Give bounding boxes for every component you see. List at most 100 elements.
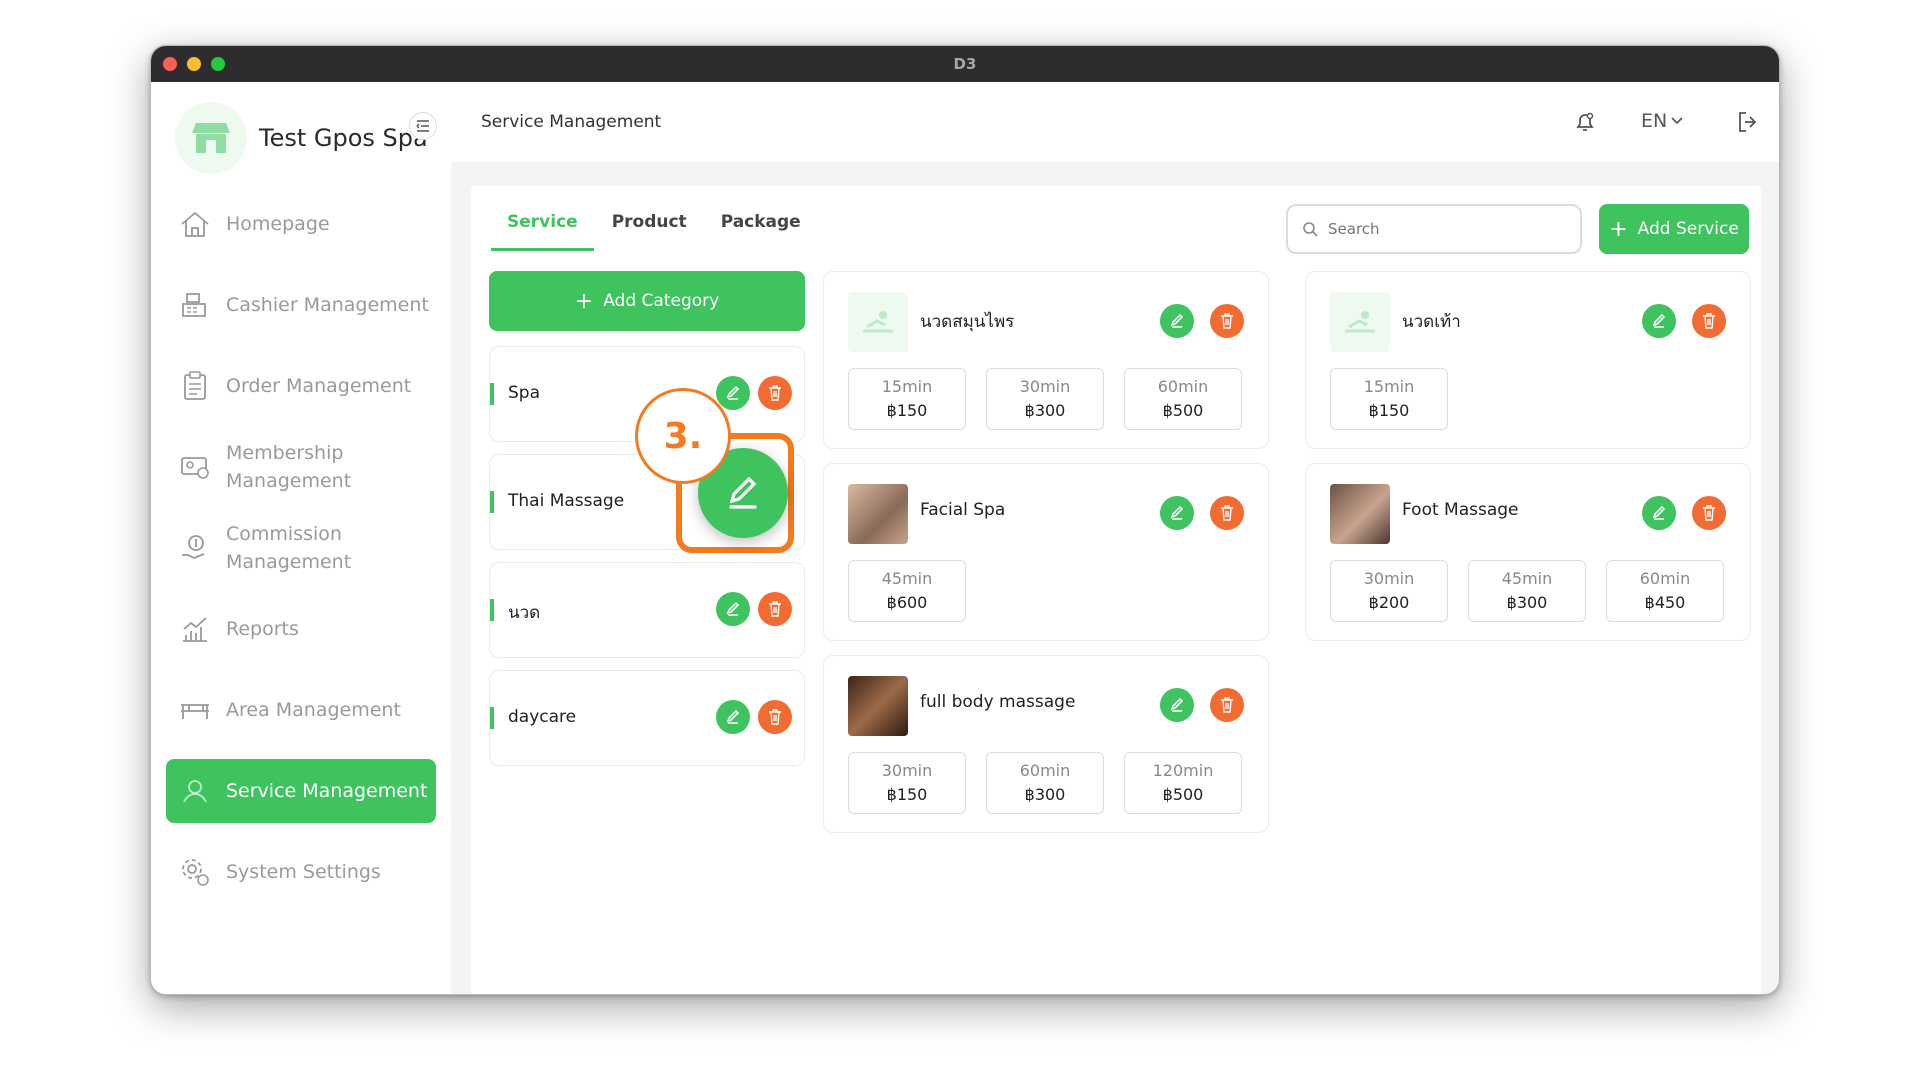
price-amount: ฿300 [1506, 593, 1548, 612]
price-amount: ฿150 [886, 785, 928, 804]
sidebar-item-service-management[interactable]: Service Management [166, 759, 436, 823]
service-photo [848, 676, 908, 736]
price-amount: ฿500 [1162, 785, 1204, 804]
title-bar: D3 [151, 46, 1779, 82]
money-hand-icon [178, 531, 212, 565]
service-name: นวดเท้า [1402, 312, 1461, 332]
delete-category-button[interactable] [758, 376, 792, 410]
add-service-button[interactable]: + Add Service [1599, 204, 1749, 254]
sidebar-item-homepage[interactable]: Homepage [166, 192, 436, 256]
sidebar-item-reports[interactable]: Reports [166, 597, 436, 661]
add-category-button[interactable]: + Add Category [489, 271, 805, 331]
trash-icon [1221, 505, 1233, 521]
step-badge: 3. [635, 388, 731, 484]
trash-icon [769, 709, 781, 725]
sidebar-nav: Homepage Cashier Management Order Manage… [166, 192, 436, 921]
edit-service-button[interactable] [1642, 304, 1676, 338]
tab-product[interactable]: Product [596, 204, 703, 251]
sidebar-item-label: Membership Management [226, 442, 352, 492]
edit-category-button[interactable] [716, 376, 750, 410]
service-card[interactable]: Foot Massage 30min ฿200 45min ฿300 60min ฿4… [1305, 463, 1751, 641]
notification-bell-button[interactable] [1573, 110, 1597, 134]
service-card[interactable]: full body massage 30min ฿150 60min ฿300 12… [823, 655, 1269, 833]
price-option: 45min ฿300 [1468, 560, 1586, 622]
sidebar-item-label: System Settings [226, 861, 381, 883]
plus-icon: + [1609, 216, 1628, 242]
service-photo [848, 484, 908, 544]
price-duration: 30min [1019, 377, 1071, 396]
chevron-down-icon [1671, 117, 1683, 125]
search-input[interactable] [1328, 220, 1558, 238]
price-option: 15min ฿150 [1330, 368, 1448, 430]
category-item[interactable]: นวด [489, 562, 805, 658]
price-amount: ฿300 [1024, 785, 1066, 804]
sidebar-item-label: Homepage [226, 213, 330, 235]
sidebar-item-cashier[interactable]: Cashier Management [166, 273, 436, 337]
category-indicator [490, 491, 494, 513]
edit-category-button[interactable] [716, 700, 750, 734]
sidebar-item-membership[interactable]: Membership Management [166, 435, 436, 499]
service-card[interactable]: นวดสมุนไพร 15min ฿150 30min ฿300 60min ฿500 [823, 271, 1269, 449]
edit-category-button[interactable] [716, 592, 750, 626]
brand: Test Gpos Spa [175, 100, 428, 176]
sidebar-item-settings[interactable]: System Settings [166, 840, 436, 904]
price-duration: 15min [881, 377, 933, 396]
price-option: 15min ฿150 [848, 368, 966, 430]
delete-category-button[interactable] [758, 700, 792, 734]
sidebar-item-area[interactable]: Area Management [166, 678, 436, 742]
delete-service-button[interactable] [1210, 496, 1244, 530]
service-card[interactable]: นวดเท้า 15min ฿150 [1305, 271, 1751, 449]
pencil-icon [729, 476, 757, 509]
bell-icon [1576, 112, 1594, 131]
pencil-icon [1652, 505, 1666, 520]
delete-service-button[interactable] [1692, 496, 1726, 530]
price-duration: 120min [1152, 761, 1214, 780]
service-icon [178, 774, 212, 808]
delete-category-button[interactable] [758, 592, 792, 626]
category-name: Thai Massage [508, 491, 625, 511]
edit-service-button[interactable] [1160, 304, 1194, 338]
delete-service-button[interactable] [1210, 304, 1244, 338]
sidebar-item-commission[interactable]: Commission Management [166, 516, 436, 580]
category-name: นวด [508, 603, 541, 623]
edit-service-button[interactable] [1160, 688, 1194, 722]
collapse-sidebar-button[interactable] [409, 112, 437, 140]
logout-icon [1739, 112, 1757, 132]
price-duration: 45min [881, 569, 933, 588]
logout-button[interactable] [1736, 110, 1762, 134]
pencil-icon [726, 709, 740, 724]
price-duration: 60min [1639, 569, 1691, 588]
content-panel: Service Product Package + Add Service + … [471, 186, 1761, 994]
sidebar-item-label: Order Management [226, 375, 412, 397]
price-duration: 30min [881, 761, 933, 780]
service-name: Foot Massage [1402, 500, 1519, 520]
price-amount: ฿150 [1368, 401, 1410, 420]
sidebar-item-orders[interactable]: Order Management [166, 354, 436, 418]
tab-package[interactable]: Package [705, 204, 817, 251]
price-option: 60min ฿450 [1606, 560, 1724, 622]
category-item[interactable]: daycare [489, 670, 805, 766]
pencil-icon [1170, 313, 1184, 328]
edit-service-button[interactable] [1160, 496, 1194, 530]
sidebar-item-label: Cashier Management [226, 294, 429, 316]
page-title: Service Management [481, 112, 662, 132]
tab-service[interactable]: Service [491, 204, 594, 251]
sidebar-item-label: Area Management [226, 699, 401, 721]
chart-icon [178, 612, 212, 646]
app-window: D3 Test Gpos Spa Homepage Cashier Manage… [150, 45, 1780, 995]
trash-icon [1703, 313, 1715, 329]
service-name: Facial Spa [920, 500, 1006, 520]
language-selector[interactable]: EN [1641, 110, 1683, 132]
brand-name: Test Gpos Spa [259, 124, 428, 152]
clipboard-icon [178, 369, 212, 403]
home-icon [178, 207, 212, 241]
language-label: EN [1641, 110, 1668, 132]
delete-service-button[interactable] [1210, 688, 1244, 722]
plus-icon: + [574, 288, 594, 314]
category-indicator [490, 383, 494, 405]
store-logo-icon [175, 102, 247, 174]
price-option: 60min ฿500 [1124, 368, 1242, 430]
service-card[interactable]: Facial Spa 45min ฿600 [823, 463, 1269, 641]
delete-service-button[interactable] [1692, 304, 1726, 338]
edit-service-button[interactable] [1642, 496, 1676, 530]
